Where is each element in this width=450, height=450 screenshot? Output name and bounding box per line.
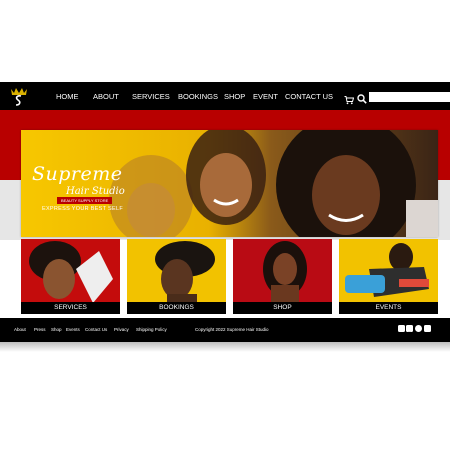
tile-bookings[interactable]: BOOKINGS <box>127 239 226 314</box>
hero-brand-badge: BEAUTY SUPPLY STORE <box>57 197 113 204</box>
search-icon[interactable] <box>357 91 367 104</box>
nav-home[interactable]: HOME <box>56 92 79 101</box>
tile-events[interactable]: EVENTS <box>339 239 438 314</box>
tile-bookings-label: BOOKINGS <box>127 302 226 314</box>
footer-link-events[interactable]: Events <box>66 327 80 332</box>
hero-tagline: EXPRESS YOUR BEST SELF <box>42 206 123 212</box>
tile-services[interactable]: SERVICES <box>21 239 120 314</box>
footer-link-press[interactable]: Press <box>34 327 46 332</box>
shopping-cart-icon[interactable] <box>344 92 355 105</box>
nav-about[interactable]: ABOUT <box>93 92 119 101</box>
search-input[interactable] <box>369 92 450 102</box>
tile-shop-label: SHOP <box>233 302 332 314</box>
nav-bookings[interactable]: BOOKINGS <box>178 92 218 101</box>
footer-link-contact-us[interactable]: Contact Us <box>85 327 107 332</box>
instagram-icon[interactable] <box>406 325 413 338</box>
footer-link-shipping-policy[interactable]: Shipping Policy <box>136 327 167 332</box>
nav-services[interactable]: SERVICES <box>132 92 170 101</box>
hero-brand-sub: Hair Studio <box>66 186 125 197</box>
facebook-icon[interactable] <box>398 325 405 338</box>
youtube-icon[interactable] <box>424 325 431 336</box>
nav-event[interactable]: EVENT <box>253 92 278 101</box>
footer-link-shop[interactable]: Shop <box>51 327 62 332</box>
footer-copyright: Copyright 2022 Supreme Hair Studio <box>195 327 269 332</box>
nav-shop[interactable]: SHOP <box>224 92 245 101</box>
nav-contact-us[interactable]: CONTACT US <box>285 92 333 101</box>
tile-services-label: SERVICES <box>21 302 120 314</box>
hero-brand-name: Supreme <box>32 163 123 185</box>
tile-shop[interactable]: SHOP <box>233 239 332 314</box>
page-drop-shadow <box>0 342 450 352</box>
footer-link-about[interactable]: About <box>14 327 26 332</box>
brand-logo-icon[interactable] <box>7 84 31 108</box>
tile-events-label: EVENTS <box>339 302 438 314</box>
footer-link-privacy[interactable]: Privacy <box>114 327 129 332</box>
pinterest-icon[interactable] <box>415 325 422 337</box>
